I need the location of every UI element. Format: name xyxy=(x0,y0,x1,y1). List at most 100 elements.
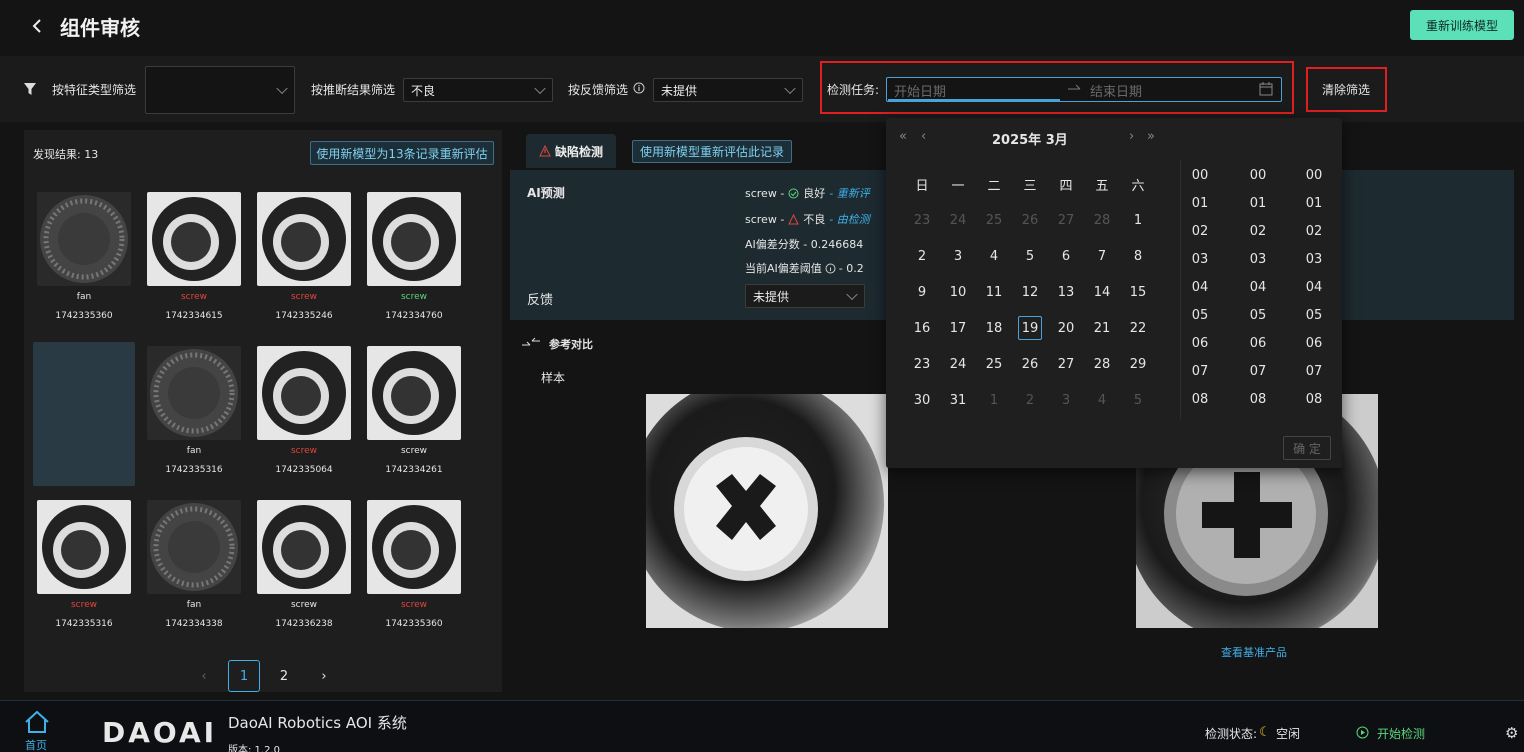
calendar-day[interactable]: 4 xyxy=(1084,388,1120,412)
end-date-input[interactable]: 结束日期 xyxy=(1090,81,1142,100)
result-thumbnail[interactable] xyxy=(37,192,131,286)
result-thumbnail[interactable] xyxy=(37,500,131,594)
calendar-day[interactable]: 4 xyxy=(976,244,1012,268)
calendar-day[interactable]: 3 xyxy=(1048,388,1084,412)
clear-filter-button[interactable]: 清除筛选 xyxy=(1322,81,1370,98)
second-option[interactable]: 00 xyxy=(1286,168,1342,183)
calendar-day[interactable]: 8 xyxy=(1120,244,1156,268)
minute-option[interactable]: 07 xyxy=(1230,364,1286,379)
calendar-day[interactable]: 11 xyxy=(976,280,1012,304)
calendar-day[interactable]: 23 xyxy=(904,208,940,232)
minute-option[interactable]: 01 xyxy=(1230,196,1286,211)
re-evaluate-link[interactable]: - 重新评 xyxy=(829,185,869,201)
calendar-day[interactable]: 2 xyxy=(904,244,940,268)
record-feedback-select[interactable]: 未提供 xyxy=(745,284,865,308)
calendar-day[interactable]: 12 xyxy=(1012,280,1048,304)
calendar-day[interactable]: 21 xyxy=(1084,316,1120,340)
result-thumbnail[interactable] xyxy=(367,192,461,286)
calendar-day[interactable]: 31 xyxy=(940,388,976,412)
calendar-day[interactable]: 22 xyxy=(1120,316,1156,340)
calendar-day[interactable]: 6 xyxy=(1048,244,1084,268)
minute-option[interactable]: 02 xyxy=(1230,224,1286,239)
minute-option[interactable]: 04 xyxy=(1230,280,1286,295)
calendar-day[interactable]: 10 xyxy=(940,280,976,304)
result-thumbnail[interactable] xyxy=(257,192,351,286)
page-1-button[interactable]: 1 xyxy=(228,660,260,692)
tab-defect-detection[interactable]: 缺陷检测 xyxy=(526,134,616,168)
minute-option[interactable]: 00 xyxy=(1230,168,1286,183)
hour-option[interactable]: 03 xyxy=(1172,252,1228,267)
hour-option[interactable]: 02 xyxy=(1172,224,1228,239)
calendar-day[interactable]: 13 xyxy=(1048,280,1084,304)
calendar-day[interactable]: 20 xyxy=(1048,316,1084,340)
calendar-day[interactable]: 7 xyxy=(1084,244,1120,268)
calendar-day[interactable]: 5 xyxy=(1012,244,1048,268)
start-detection-button[interactable]: 开始检测 xyxy=(1377,725,1425,742)
calendar-day[interactable]: 17 xyxy=(940,316,976,340)
result-thumbnail[interactable] xyxy=(147,346,241,440)
back-icon[interactable] xyxy=(30,14,44,43)
hour-option[interactable]: 06 xyxy=(1172,336,1228,351)
minute-option[interactable]: 03 xyxy=(1230,252,1286,267)
detection-link[interactable]: - 由检测 xyxy=(829,211,869,227)
play-icon[interactable] xyxy=(1356,726,1369,742)
result-thumbnail[interactable] xyxy=(367,500,461,594)
gear-icon[interactable]: ⚙ xyxy=(1505,724,1518,742)
result-thumbnail[interactable] xyxy=(147,192,241,286)
second-option[interactable]: 06 xyxy=(1286,336,1342,351)
hour-option[interactable]: 04 xyxy=(1172,280,1228,295)
calendar-day[interactable]: 25 xyxy=(976,352,1012,376)
confirm-button[interactable]: 确 定 xyxy=(1283,436,1331,460)
calendar-day[interactable]: 1 xyxy=(1120,208,1156,232)
calendar-day[interactable]: 14 xyxy=(1084,280,1120,304)
info-icon[interactable] xyxy=(633,82,645,97)
second-option[interactable]: 07 xyxy=(1286,364,1342,379)
second-option[interactable]: 08 xyxy=(1286,392,1342,407)
second-option[interactable]: 04 xyxy=(1286,280,1342,295)
prev-page-button[interactable]: ‹ xyxy=(188,660,220,692)
next-page-button[interactable]: › xyxy=(308,660,340,692)
reevaluate-record-button[interactable]: 使用新模型重新评估此记录 xyxy=(632,140,792,163)
calendar-day[interactable]: 5 xyxy=(1120,388,1156,412)
calendar-day[interactable]: 16 xyxy=(904,316,940,340)
infer-result-select[interactable]: 不良 xyxy=(403,78,553,102)
next-month-button[interactable]: › xyxy=(1129,129,1134,144)
calendar-day[interactable]: 28 xyxy=(1084,208,1120,232)
calendar-day[interactable]: 24 xyxy=(940,208,976,232)
calendar-day[interactable]: 18 xyxy=(976,316,1012,340)
prev-month-button[interactable]: ‹ xyxy=(921,129,926,144)
calendar-day[interactable]: 9 xyxy=(904,280,940,304)
home-icon[interactable] xyxy=(24,710,50,737)
hour-option[interactable]: 08 xyxy=(1172,392,1228,407)
minute-option[interactable]: 08 xyxy=(1230,392,1286,407)
minute-option[interactable]: 06 xyxy=(1230,336,1286,351)
info-icon[interactable] xyxy=(825,263,836,274)
feature-type-select[interactable] xyxy=(145,66,295,114)
second-option[interactable]: 02 xyxy=(1286,224,1342,239)
result-thumbnail[interactable] xyxy=(257,346,351,440)
calendar-day[interactable]: 23 xyxy=(904,352,940,376)
calendar-day[interactable]: 26 xyxy=(1012,208,1048,232)
calendar-day[interactable]: 29 xyxy=(1120,352,1156,376)
hour-option[interactable]: 05 xyxy=(1172,308,1228,323)
calendar-day[interactable]: 26 xyxy=(1012,352,1048,376)
prev-year-button[interactable]: « xyxy=(899,129,907,144)
result-thumbnail[interactable] xyxy=(257,500,351,594)
feedback-select[interactable]: 未提供 xyxy=(653,78,803,102)
calendar-day[interactable]: 28 xyxy=(1084,352,1120,376)
calendar-day[interactable]: 3 xyxy=(940,244,976,268)
second-option[interactable]: 05 xyxy=(1286,308,1342,323)
result-thumbnail[interactable] xyxy=(367,346,461,440)
next-year-button[interactable]: » xyxy=(1147,129,1155,144)
calendar-day[interactable]: 24 xyxy=(940,352,976,376)
calendar-day[interactable]: 2 xyxy=(1012,388,1048,412)
calendar-day[interactable]: 1 xyxy=(976,388,1012,412)
retrain-model-button[interactable]: 重新训练模型 xyxy=(1410,10,1514,40)
hour-option[interactable]: 07 xyxy=(1172,364,1228,379)
calendar-icon[interactable] xyxy=(1259,82,1273,99)
minute-option[interactable]: 05 xyxy=(1230,308,1286,323)
calendar-day[interactable]: 25 xyxy=(976,208,1012,232)
view-reference-link[interactable]: 查看基准产品 xyxy=(1221,644,1287,660)
calendar-day[interactable]: 27 xyxy=(1048,208,1084,232)
reevaluate-all-button[interactable]: 使用新模型为13条记录重新评估 xyxy=(310,141,494,165)
